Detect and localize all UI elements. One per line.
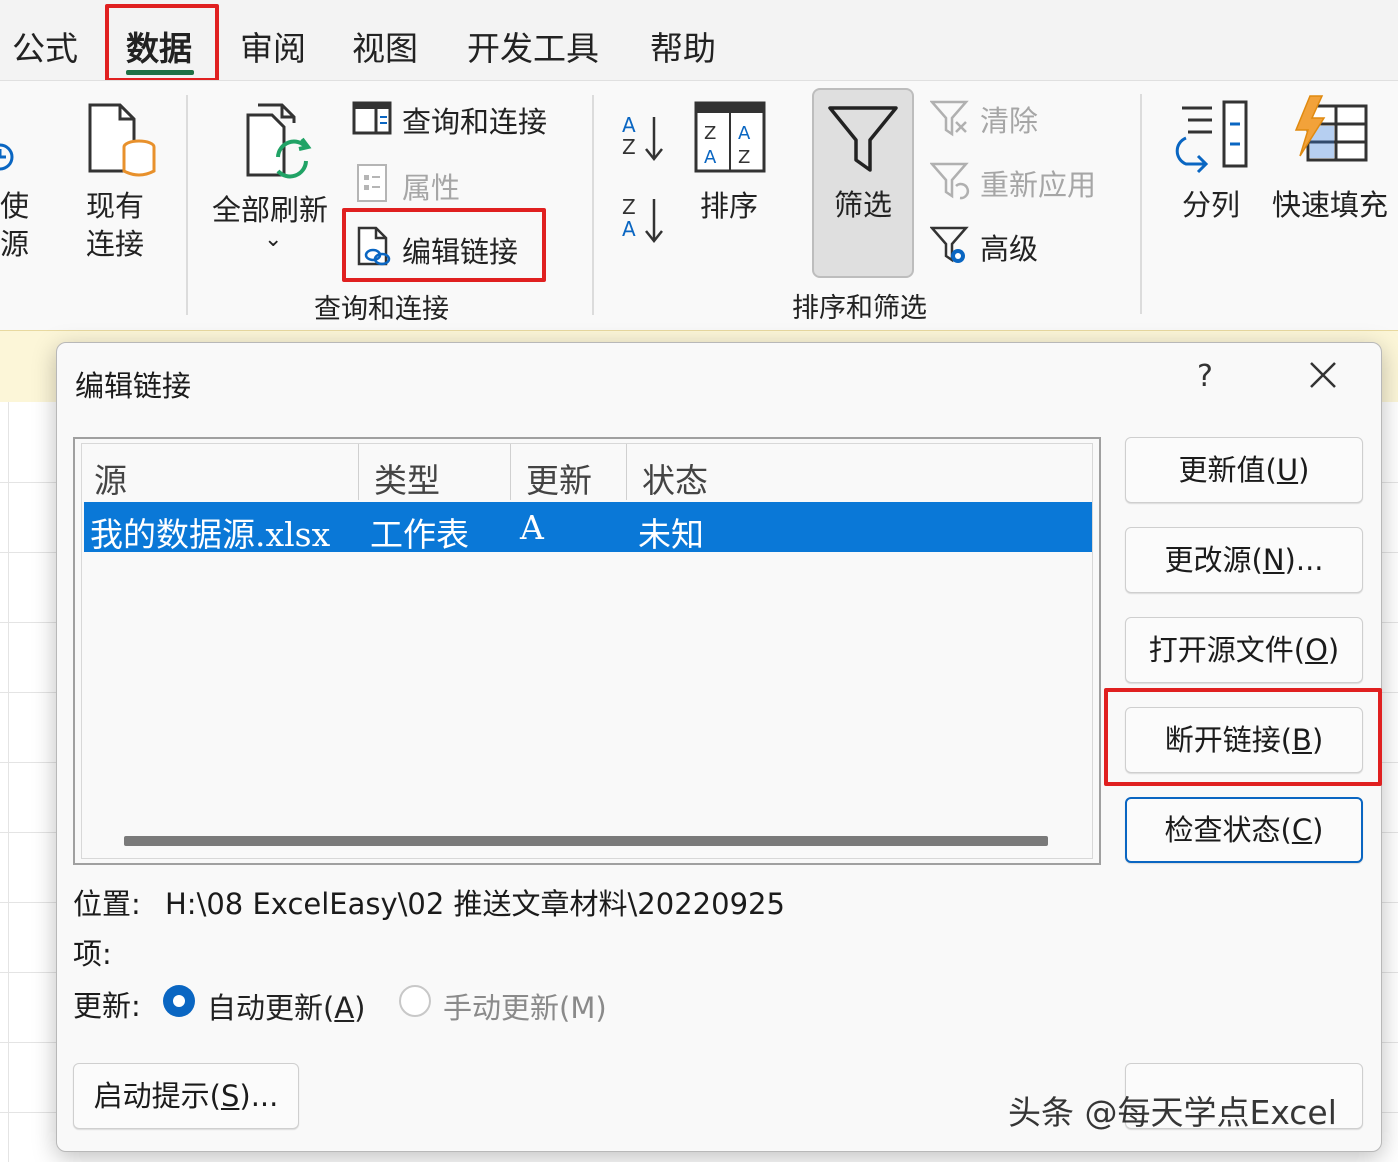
cell-source: 我的数据源.xlsx — [90, 515, 331, 554]
button-text: 更改源( — [1164, 543, 1263, 577]
button-text: ) — [1298, 453, 1310, 487]
column-divider — [358, 444, 359, 500]
filter-icon — [828, 106, 898, 172]
location-label: 位置: — [73, 887, 141, 921]
reapply-icon — [930, 162, 970, 200]
button-text: 打开源文件( — [1148, 633, 1306, 667]
sort-ascending-icon[interactable]: A Z — [622, 115, 668, 167]
svg-text:Z: Z — [738, 147, 750, 168]
filter-label[interactable]: 筛选 — [834, 182, 892, 224]
radio-text: ) — [354, 991, 366, 1025]
button-text: )... — [239, 1079, 279, 1113]
clear-label[interactable]: 清除 — [980, 98, 1038, 140]
access-key: S — [220, 1079, 240, 1113]
auto-update-radio[interactable] — [163, 985, 195, 1017]
column-header-type[interactable]: 类型 — [374, 454, 440, 502]
highlight-edit-links — [342, 208, 546, 282]
highlight-break-link — [1104, 688, 1382, 786]
sort-icon: Z A A Z — [694, 101, 766, 173]
flash-fill-label[interactable]: 快速填充 — [1272, 182, 1388, 224]
check-status-button[interactable]: 检查状态(C) — [1125, 797, 1363, 863]
advanced-label[interactable]: 高级 — [980, 226, 1038, 268]
close-icon[interactable] — [1307, 359, 1339, 391]
clear-filter-icon — [930, 100, 969, 137]
group-label-queries: 查询和连接 — [314, 294, 449, 325]
access-key: N — [1262, 543, 1285, 577]
advanced-filter-icon — [930, 226, 969, 263]
svg-text:Z: Z — [704, 123, 716, 144]
existing-connections-label-1[interactable]: 现有 — [86, 183, 144, 225]
access-key: C — [1291, 813, 1313, 847]
update-label: 更新: — [73, 989, 141, 1023]
tab-formulas[interactable]: 公式 — [12, 22, 78, 70]
item-label: 项: — [73, 937, 112, 971]
cell-update: A — [520, 508, 544, 547]
get-data-label-1[interactable]: 使 — [0, 183, 29, 225]
get-data-icon — [0, 143, 14, 171]
links-list[interactable]: 源 类型 更新 状态 我的数据源.xlsx 工作表 A 未知 — [73, 437, 1101, 865]
table-row[interactable]: 我的数据源.xlsx 工作表 A 未知 — [84, 502, 1092, 554]
auto-update-label[interactable]: 自动更新(A) — [207, 985, 366, 1027]
manual-update-label[interactable]: 手动更新(M) — [443, 985, 607, 1027]
queries-connections-icon — [352, 101, 392, 135]
reapply-label[interactable]: 重新应用 — [980, 162, 1096, 204]
refresh-all-label[interactable]: 全部刷新 — [212, 187, 328, 229]
update-values-button[interactable]: 更新值(U) — [1125, 437, 1363, 503]
startup-prompt-button[interactable]: 启动提示(S)... — [73, 1063, 299, 1129]
queries-connections-label[interactable]: 查询和连接 — [402, 99, 547, 141]
access-key: U — [1276, 453, 1299, 487]
open-source-button[interactable]: 打开源文件(O) — [1125, 617, 1363, 683]
column-divider — [626, 444, 627, 500]
button-text: 更新值( — [1178, 453, 1277, 487]
location-value: H:\08 ExcelEasy\02 推送文章材料\20220925 — [165, 887, 785, 921]
sort-label[interactable]: 排序 — [700, 183, 758, 225]
button-text: )... — [1284, 543, 1324, 577]
column-header-update[interactable]: 更新 — [526, 454, 592, 502]
grid-line — [8, 402, 9, 1162]
tab-view[interactable]: 视图 — [352, 22, 418, 70]
tab-help[interactable]: 帮助 — [650, 22, 716, 70]
watermark: 头条 @每天学点Excel — [1008, 1093, 1337, 1132]
column-header-source[interactable]: 源 — [94, 454, 127, 502]
column-header-status[interactable]: 状态 — [642, 454, 708, 502]
flash-fill-icon — [1294, 95, 1368, 162]
ribbon-separator — [186, 95, 188, 315]
existing-connections-icon — [88, 103, 156, 177]
horizontal-scrollbar[interactable] — [124, 836, 1048, 846]
cell-status: 未知 — [638, 515, 704, 554]
properties-label[interactable]: 属性 — [402, 165, 460, 207]
refresh-all-icon — [246, 103, 312, 179]
button-text: 启动提示( — [93, 1079, 221, 1113]
manual-update-radio[interactable] — [399, 985, 431, 1017]
column-divider — [510, 444, 511, 500]
radio-text: 自动更新( — [207, 991, 335, 1025]
cell-type: 工作表 — [370, 515, 469, 554]
properties-icon — [357, 164, 387, 202]
dialog-title: 编辑链接 — [75, 369, 192, 403]
list-header: 源 类型 更新 状态 — [82, 444, 1092, 500]
get-data-label-2[interactable]: 源 — [0, 221, 29, 263]
access-key: A — [334, 991, 355, 1025]
sort-descending-icon[interactable]: Z A — [622, 197, 668, 249]
existing-connections-label-2[interactable]: 连接 — [86, 221, 144, 263]
group-label-sort-filter: 排序和筛选 — [792, 293, 927, 324]
tab-review[interactable]: 审阅 — [240, 22, 306, 70]
button-text: ) — [1327, 633, 1340, 667]
ribbon-separator — [592, 95, 594, 315]
tab-developer[interactable]: 开发工具 — [467, 22, 599, 70]
svg-text:A: A — [738, 123, 751, 144]
help-icon[interactable]: ? — [1197, 359, 1213, 394]
text-to-columns-icon — [1175, 100, 1248, 174]
text-to-columns-label[interactable]: 分列 — [1182, 182, 1240, 224]
links-list-inner: 源 类型 更新 状态 我的数据源.xlsx 工作表 A 未知 — [81, 443, 1093, 859]
change-source-button[interactable]: 更改源(N)... — [1125, 527, 1363, 593]
access-key: O — [1305, 633, 1328, 667]
svg-text:A: A — [704, 147, 717, 168]
ribbon-separator — [1140, 94, 1142, 314]
chevron-down-icon[interactable]: ⌄ — [264, 227, 282, 252]
button-text: 检查状态( — [1164, 813, 1292, 847]
button-text: ) — [1312, 813, 1324, 847]
highlight-data-tab — [105, 4, 219, 82]
